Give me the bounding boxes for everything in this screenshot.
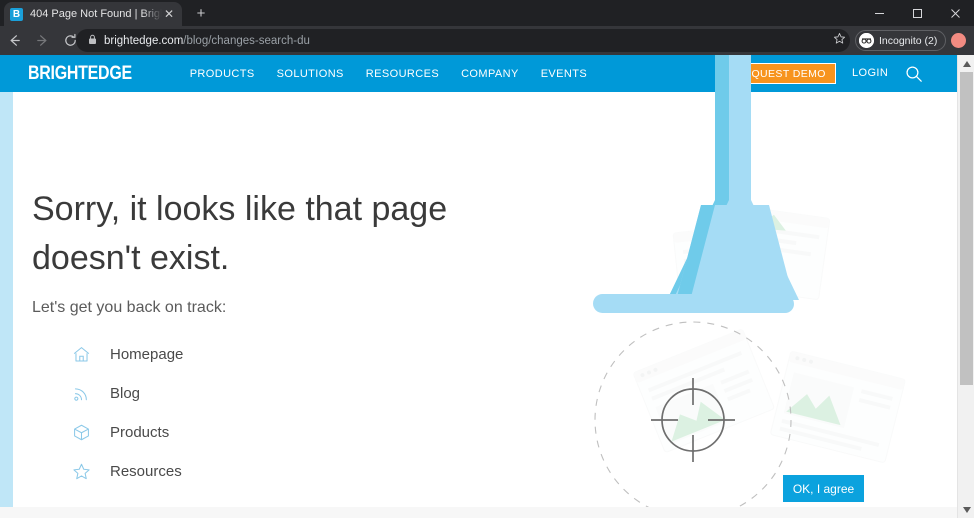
helpful-links-list: Homepage Blog Products Resources [68, 335, 183, 491]
site-nav-links: PRODUCTS SOLUTIONS RESOURCES COMPANY EVE… [190, 68, 609, 80]
brightedge-logo[interactable]: BRIGHTEDGE [28, 63, 132, 85]
link-label-products: Products [110, 424, 170, 441]
incognito-indicator[interactable]: Incognito (2) [855, 30, 947, 51]
link-item-resources[interactable]: Resources [68, 452, 183, 491]
link-item-blog[interactable]: Blog [68, 374, 183, 413]
home-icon [68, 345, 94, 364]
page-scrollbar[interactable] [957, 55, 974, 518]
scrollbar-thumb[interactable] [960, 72, 973, 385]
link-label-blog: Blog [110, 385, 141, 402]
nav-item-resources[interactable]: RESOURCES [366, 68, 439, 80]
profile-avatar[interactable] [951, 33, 966, 48]
page-viewport: BRIGHTEDGE PRODUCTS SOLUTIONS RESOURCES … [0, 55, 974, 518]
link-item-products[interactable]: Products [68, 413, 183, 452]
link-label-resources: Resources [110, 463, 182, 480]
browser-tab[interactable]: B 404 Page Not Found | BrightEdge ✕ [4, 2, 182, 26]
rss-icon [68, 384, 94, 403]
nav-item-company[interactable]: COMPANY [461, 68, 519, 80]
scrollbar-down-arrow-icon[interactable] [958, 501, 974, 518]
url-text: brightedge.com/blog/changes-search-du [104, 35, 310, 47]
url-path: /blog/changes-search-du [183, 34, 310, 47]
forward-icon[interactable] [28, 26, 56, 55]
incognito-label: Incognito (2) [879, 34, 938, 47]
tab-favicon: B [10, 7, 23, 21]
url-domain: brightedge.com [104, 34, 184, 47]
scrollbar-up-arrow-icon[interactable] [958, 55, 974, 72]
nav-item-solutions[interactable]: SOLUTIONS [277, 68, 344, 80]
star-icon [68, 462, 94, 481]
cookie-consent-banner: We use cookies on this site to enhance y… [0, 507, 974, 518]
link-item-homepage[interactable]: Homepage [68, 335, 183, 374]
left-accent-strip [0, 55, 13, 518]
incognito-glasses-icon [859, 33, 874, 48]
new-tab-icon[interactable]: + [190, 4, 212, 24]
link-label-homepage: Homepage [110, 346, 184, 363]
close-icon[interactable] [936, 0, 974, 26]
browser-toolbar: brightedge.com/blog/changes-search-du In… [0, 26, 974, 55]
maximize-icon[interactable] [898, 0, 936, 26]
minimize-icon[interactable] [860, 0, 898, 26]
window-controls [860, 0, 974, 26]
tab-title: 404 Page Not Found | BrightEdge [30, 8, 162, 20]
bookmark-star-icon[interactable] [830, 32, 848, 50]
cube-icon [68, 423, 94, 442]
cookie-agree-button[interactable]: OK, I agree [783, 475, 864, 502]
nav-item-products[interactable]: PRODUCTS [190, 68, 255, 80]
lock-icon [86, 34, 98, 47]
browser-window: B 404 Page Not Found | BrightEdge ✕ + [0, 0, 974, 518]
address-bar[interactable]: brightedge.com/blog/changes-search-du [76, 29, 850, 52]
tab-close-icon[interactable]: ✕ [162, 7, 176, 21]
page-subtitle: Let's get you back on track: [32, 299, 227, 316]
back-icon[interactable] [0, 26, 28, 55]
page-title: Sorry, it looks like that page doesn't e… [32, 190, 448, 277]
tab-strip: B 404 Page Not Found | BrightEdge ✕ + [0, 0, 974, 26]
funnel-and-target-illustration [555, 55, 955, 507]
